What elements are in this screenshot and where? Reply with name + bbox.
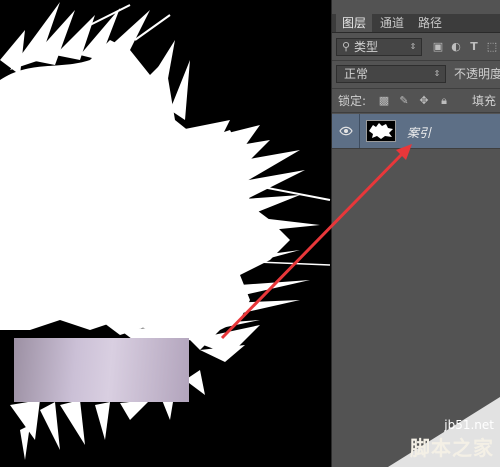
lock-move-icon[interactable]: ✥ (418, 95, 430, 107)
document-canvas[interactable] (0, 0, 331, 467)
blend-row: 正常 ⇕ 不透明度 (332, 62, 500, 86)
filter-kind-label: 类型 (354, 40, 379, 54)
divider (359, 114, 360, 148)
watermark-site-name: 脚本之家 (410, 436, 494, 460)
lock-brush-icon[interactable]: ✎ (398, 95, 410, 107)
divider (332, 148, 500, 149)
filter-shape-icon[interactable]: ⬚ (486, 41, 498, 53)
divider (332, 88, 500, 89)
lock-all-icon[interactable]: 🔒︎ (438, 95, 450, 107)
filter-adjustment-icon[interactable]: ◐ (450, 41, 462, 53)
opacity-label: 不透明度 (454, 67, 500, 81)
layer-row[interactable]: 案引 (332, 114, 500, 148)
layer-thumbnail[interactable] (366, 120, 396, 142)
filter-type-icon[interactable]: T (468, 41, 480, 53)
filter-pixel-icon[interactable]: ▣ (432, 41, 444, 53)
fill-label: 填充 (472, 94, 497, 108)
watermark: jb51.net 脚本之家 (410, 418, 494, 461)
blend-mode-value: 正常 (344, 67, 369, 81)
visibility-eye-icon[interactable] (339, 126, 353, 136)
lock-label: 锁定: (338, 94, 367, 108)
filter-kind-select[interactable]: ⚲ 类型 ⇕ (336, 38, 422, 56)
thumbnail-splash-icon (369, 123, 393, 139)
gradient-swatch (14, 338, 189, 402)
divider (332, 112, 500, 113)
layer-name[interactable]: 案引 (407, 124, 431, 141)
lock-transparent-icon[interactable]: ▩ (378, 95, 390, 107)
filter-row: ⚲ 类型 ⇕ ▣ ◐ T ⬚ (332, 36, 500, 58)
tab-layers[interactable]: 图层 (336, 14, 372, 32)
tab-paths[interactable]: 路径 (412, 14, 448, 32)
tab-channels[interactable]: 通道 (374, 14, 410, 32)
select-arrows-icon: ⇕ (409, 42, 417, 51)
watermark-url: jb51.net (444, 418, 494, 432)
lock-row: 锁定: ▩ ✎ ✥ 🔒︎ 填充 (332, 90, 500, 112)
select-arrows-icon: ⇕ (433, 69, 441, 78)
search-icon: ⚲ (341, 40, 351, 53)
divider (332, 60, 500, 61)
panel-tab-bar: 图层 通道 路径 (332, 14, 500, 33)
blend-mode-select[interactable]: 正常 ⇕ (336, 65, 446, 83)
